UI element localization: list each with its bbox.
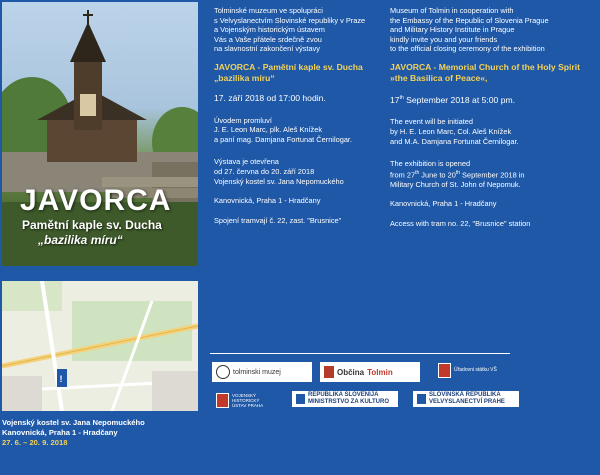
czech-exhibition-line: Výstava je otevřena <box>214 157 279 167</box>
czech-transport: Spojení tramvají č. 22, zast. "Brusnice" <box>214 215 342 225</box>
english-exhibition-line: Military Church of St. John of Nepomuk. <box>390 179 521 189</box>
institute-emblem-icon <box>216 392 229 408</box>
czech-heading: JAVORCA - Pamětní kaple sv. Ducha <box>214 61 363 72</box>
logo-divider <box>210 353 510 354</box>
english-speakers-line: and M.A. Damjana Fortunat Černilogar. <box>390 136 519 146</box>
hero-photo: JAVORCA Pamětní kaple sv. Ducha „bazilik… <box>2 2 198 266</box>
location-caption: Vojenský kostel sv. Jana Nepomuckého Kan… <box>2 418 145 448</box>
czech-heading-quote: „bazilika míru“ <box>214 72 275 83</box>
english-speakers-line: The event will be initiated <box>390 117 473 127</box>
czech-exhibition-line: od 27. června do 20. září 2018 <box>214 166 315 176</box>
english-intro-line: and Military History Institute in Prague <box>390 25 515 35</box>
czech-intro-line: Tolminské muzeum ve spolupráci <box>214 6 323 15</box>
english-column: Museum of Tolmin in cooperation with the… <box>390 6 595 229</box>
location-map: ! <box>2 281 198 411</box>
czech-speakers-line: Úvodem promluví <box>214 115 272 125</box>
english-intro-line: kindly invite you and your friends <box>390 34 498 44</box>
hero-subtitle: Pamětní kaple sv. Ducha <box>22 218 162 232</box>
army-emblem-icon <box>438 362 451 378</box>
logo-military-history-institute: VOJENSKÝ HISTORICKÝ ÚSTAV PRAHA <box>212 390 282 410</box>
hero-subtitle-quote: „bazilika míru“ <box>38 233 123 247</box>
czech-column: Tolminské muzeum ve spolupráci s Velvysl… <box>214 6 384 225</box>
english-transport: Access with tram no. 22, "Brusnice" stat… <box>390 219 531 229</box>
czech-address: Kanovnická, Praha 1 - Hradčany <box>214 196 321 206</box>
english-exhibition-line: The exhibition is opened <box>390 159 471 169</box>
english-date: 17th September 2018 at 5:00 pm. <box>390 94 516 105</box>
slovenia-emblem-icon <box>417 394 426 404</box>
logo-tolmin-museum: tolminski muzej <box>212 362 312 382</box>
english-speakers-line: by H. E. Leon Marc, Col. Aleš Knížek <box>390 127 512 137</box>
map-illustration: ! <box>2 281 198 411</box>
coat-of-arms-icon <box>324 366 334 378</box>
english-intro-line: Museum of Tolmin in cooperation with <box>390 6 514 15</box>
museum-emblem-icon <box>216 365 230 379</box>
english-address: Kanovnická, Praha 1 - Hradčany <box>390 199 497 209</box>
czech-date: 17. září 2018 od 17:00 hodin. <box>214 92 326 103</box>
slovenia-emblem-icon <box>296 394 305 404</box>
english-heading-quote: »the Basilica of Peace«, <box>390 72 488 83</box>
czech-intro-line: Vás a Vaše přátele srdečně zvou <box>214 34 322 44</box>
logo-obcina-tolmin: Občina Tolmin <box>320 362 420 382</box>
logo-embassy: SLOVINSKÁ REPUBLIKA VELVYSLANECTVÍ PRAHE <box>413 391 519 407</box>
logo-army-office: Úřadovni státku VŠ <box>434 358 514 382</box>
czech-intro-line: a Vojenským historickým ústavem <box>214 25 325 35</box>
czech-intro-line: s Velvyslanectvím Slovinské republiky v … <box>214 15 366 25</box>
czech-exhibition-line: Vojenský kostel sv. Jana Nepomuckého <box>214 176 344 186</box>
english-heading: JAVORCA - Memorial Church of the Holy Sp… <box>390 61 581 72</box>
caption-church: Vojenský kostel sv. Jana Nepomuckého <box>2 418 145 427</box>
czech-speakers-line: J. E. Leon Marc, plk. Aleš Knížek <box>214 125 323 135</box>
english-intro-line: to the official closing ceremony of the … <box>390 44 545 54</box>
hero-title: JAVORCA <box>20 184 172 217</box>
czech-intro-line: na slavnostní zakončení výstavy <box>214 44 320 54</box>
caption-dates: 27. 6. – 20. 9. 2018 <box>2 438 68 447</box>
svg-text:!: ! <box>60 374 63 384</box>
caption-address: Kanovnická, Praha 1 - Hradčany <box>2 428 118 437</box>
logo-ministry-culture: REPUBLIKA SLOVENIJA MINISTRSTVO ZA KULTU… <box>292 391 398 407</box>
english-exhibition-dates: from 27th June to 20th September 2018 in <box>390 169 525 180</box>
czech-speakers-line: a paní mag. Damjana Fortunat Černilogar. <box>214 134 353 144</box>
english-intro-line: the Embassy of the Republic of Slovenia … <box>390 15 549 25</box>
